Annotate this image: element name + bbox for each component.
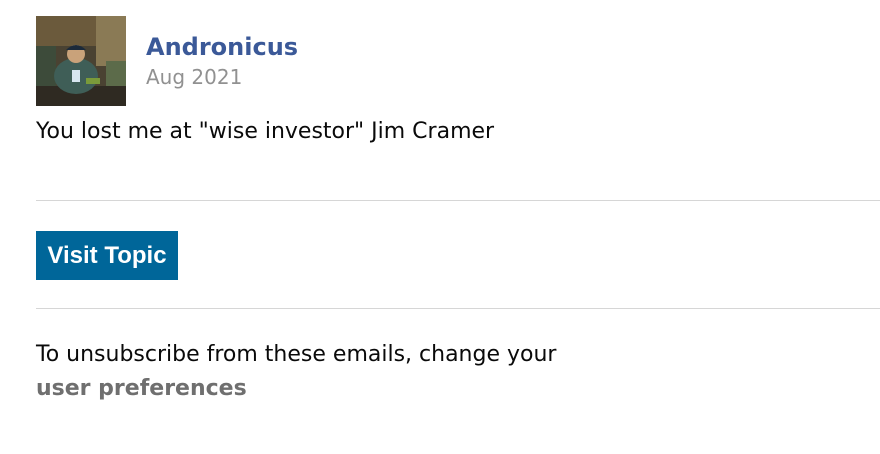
- unsubscribe-text: To unsubscribe from these emails, change…: [36, 342, 557, 367]
- avatar: [36, 16, 126, 106]
- visit-topic-button[interactable]: Visit Topic: [36, 231, 178, 280]
- post-body-text: You lost me at "wise investor" Jim Crame…: [36, 119, 495, 144]
- author-name-link[interactable]: Andronicus: [146, 32, 298, 62]
- post-date: Aug 2021: [146, 65, 243, 89]
- divider: [36, 200, 880, 201]
- divider: [36, 308, 880, 309]
- user-preferences-link[interactable]: user preferences: [36, 374, 247, 404]
